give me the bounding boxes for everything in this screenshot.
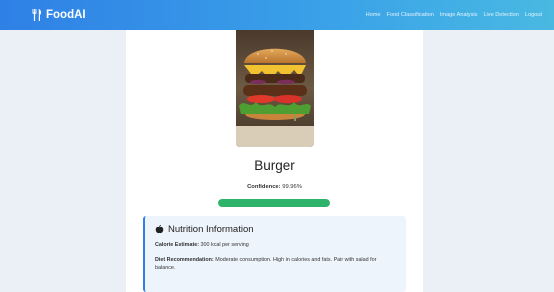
apple-icon bbox=[155, 225, 164, 234]
nav-live-detection[interactable]: Live Detection bbox=[483, 12, 518, 18]
confidence-label: Confidence: bbox=[247, 184, 281, 190]
confidence-progress-fill bbox=[218, 199, 330, 207]
calorie-label: Calorie Estimate: bbox=[155, 242, 200, 248]
food-name: Burger bbox=[254, 158, 295, 173]
nav-image-analysis[interactable]: Image Analysis bbox=[440, 12, 478, 18]
calorie-value: 300 kcal per serving bbox=[200, 242, 249, 248]
top-navbar: FoodAI Home Food Classification Image An… bbox=[0, 0, 554, 30]
diet-recommendation: Diet Recommendation: Moderate consumptio… bbox=[155, 256, 396, 273]
calorie-estimate: Calorie Estimate: 300 kcal per serving bbox=[155, 241, 396, 250]
confidence-progress-bar bbox=[218, 199, 330, 207]
nav-food-classification[interactable]: Food Classification bbox=[387, 12, 434, 18]
food-image bbox=[236, 30, 314, 147]
nav-logout[interactable]: Logout bbox=[525, 12, 542, 18]
confidence-text: Confidence: 99.96% bbox=[126, 184, 423, 190]
confidence-value: 99.96% bbox=[282, 184, 302, 190]
diet-label: Diet Recommendation: bbox=[155, 256, 214, 263]
nutrition-panel: Nutrition Information Calorie Estimate: … bbox=[143, 216, 406, 292]
result-card: Burger Confidence: 99.96% Nutrition Info… bbox=[126, 30, 423, 292]
utensils-icon bbox=[32, 9, 42, 21]
nav-home[interactable]: Home bbox=[366, 12, 381, 18]
nav-links: Home Food Classification Image Analysis … bbox=[366, 12, 542, 18]
nutrition-title-text: Nutrition Information bbox=[168, 224, 254, 235]
burger-image bbox=[236, 30, 314, 147]
brand-logo[interactable]: FoodAI bbox=[32, 9, 86, 21]
brand-name: FoodAI bbox=[46, 9, 86, 21]
nutrition-title: Nutrition Information bbox=[155, 224, 396, 235]
